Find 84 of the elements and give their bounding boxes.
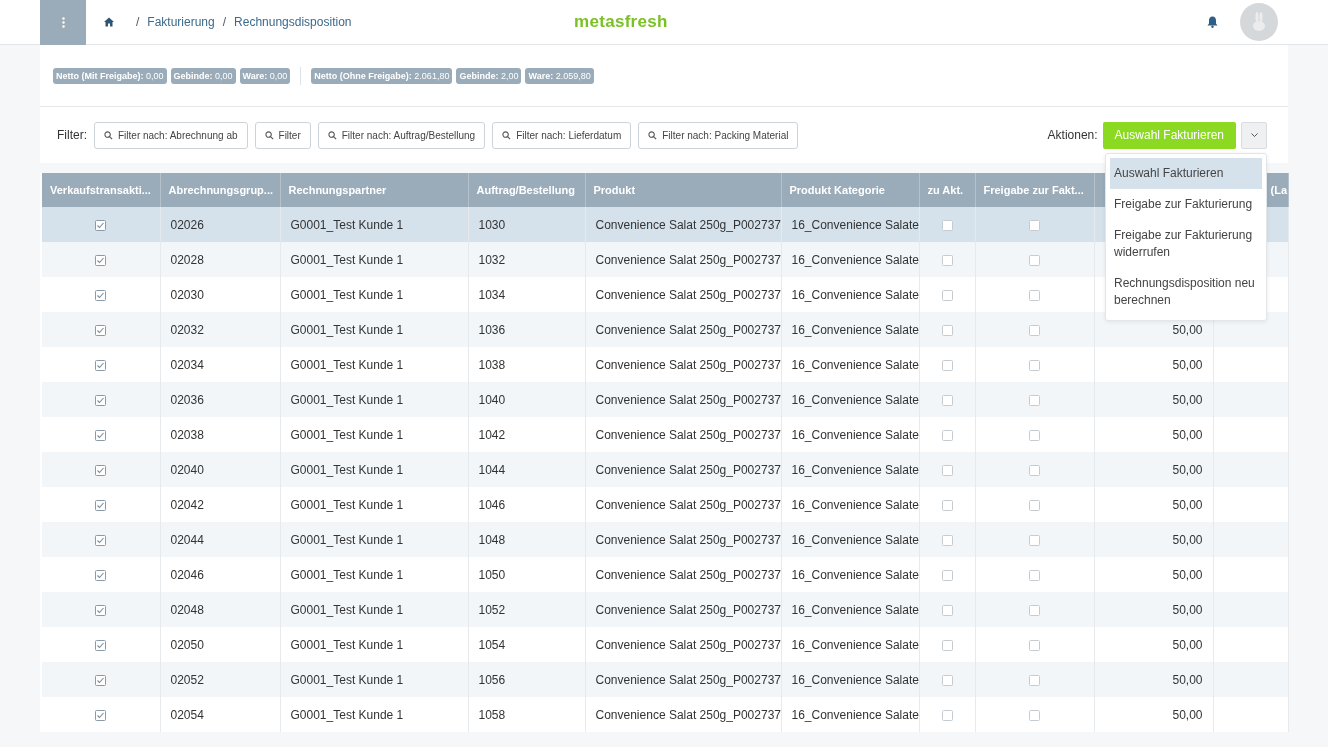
checkbox-icon[interactable] [1029, 534, 1040, 546]
checkbox-icon[interactable] [941, 289, 953, 301]
checkbox-icon[interactable] [1029, 709, 1040, 721]
logo: metasfresh [574, 12, 668, 32]
menu-icon [61, 16, 65, 28]
checkbox-icon[interactable] [941, 569, 953, 581]
summary-badge: Ware: 0,00 [239, 67, 291, 84]
search-icon [502, 130, 512, 140]
search-icon [104, 130, 113, 140]
menu-item[interactable]: Freigabe zur Fakturierung widerrufen [1110, 219, 1262, 268]
search-icon [648, 130, 658, 140]
breadcrumb-separator: / [222, 15, 227, 29]
breadcrumb-link[interactable]: Rechnungsdisposition [234, 15, 352, 29]
checked-checkbox-icon[interactable] [95, 464, 107, 476]
menu-item[interactable]: Freigabe zur Fakturierung [1110, 188, 1262, 220]
checked-checkbox-icon[interactable] [95, 429, 107, 441]
filter-label: Filter: [57, 128, 87, 142]
summary-badge: Ware: 2.059,80 [525, 67, 594, 84]
checkbox-icon[interactable] [1029, 219, 1040, 231]
checkbox-icon[interactable] [1029, 499, 1040, 511]
checkbox-icon[interactable] [941, 254, 953, 266]
menu-item[interactable]: Auswahl Fakturieren [1110, 157, 1262, 189]
dropdown-button[interactable] [1241, 121, 1267, 149]
search-icon [327, 130, 337, 140]
table-cell: Convenience Salat 250g_P002737 [585, 697, 781, 732]
filter-button[interactable]: Filter nach: Abrechnung ab [94, 121, 248, 149]
checkbox-icon[interactable] [1029, 464, 1040, 476]
checkbox-icon[interactable] [1029, 569, 1040, 581]
checkbox-icon[interactable] [1029, 289, 1040, 301]
checked-checkbox-icon[interactable] [95, 499, 107, 511]
checkbox-icon[interactable] [941, 639, 953, 651]
home-icon[interactable] [104, 17, 114, 27]
checkbox-icon[interactable] [1029, 254, 1040, 266]
checked-checkbox-icon[interactable] [95, 324, 107, 336]
checkbox-icon[interactable] [1029, 324, 1040, 336]
actions-label: Aktionen: [1047, 128, 1098, 142]
checked-checkbox-icon[interactable] [95, 534, 107, 546]
breadcrumb-link[interactable]: Fakturierung [147, 15, 215, 29]
filter-button[interactable]: Filter nach: Packing Material [638, 121, 799, 149]
checkbox-icon[interactable] [1029, 359, 1040, 371]
checkbox-icon[interactable] [1029, 429, 1040, 441]
summary-badge: Gebinde: 0,00 [170, 67, 236, 84]
search-icon [264, 130, 274, 140]
checkbox-icon[interactable] [941, 499, 953, 511]
table-cell[interactable]: 02054 [160, 697, 280, 732]
checked-checkbox-icon[interactable] [95, 359, 107, 371]
filter-button[interactable]: Filter nach: Auftrag/Bestellung [317, 121, 486, 149]
summary-badge: Netto (Ohne Freigabe): 2.061,80 [311, 67, 453, 84]
checkbox-icon[interactable] [1029, 604, 1040, 616]
checkbox-icon[interactable] [1029, 674, 1040, 686]
filter-button[interactable]: Filter [254, 121, 311, 149]
checkbox-icon[interactable] [941, 534, 953, 546]
checked-checkbox-icon[interactable] [95, 604, 107, 616]
checked-checkbox-icon[interactable] [95, 289, 107, 301]
table-cell: G0001_Test Kunde 1 [280, 697, 468, 732]
checked-checkbox-icon[interactable] [95, 639, 107, 651]
checkbox-icon[interactable] [941, 219, 953, 231]
summary-badge: Netto (Mit Freigabe): 0,00 [53, 67, 167, 84]
checkbox-icon[interactable] [1029, 639, 1040, 651]
menu-button[interactable] [40, 0, 86, 45]
checkbox-icon[interactable] [941, 709, 953, 721]
checkbox-icon[interactable] [941, 394, 953, 406]
table-cell: 16_Convenience Salate [781, 697, 919, 732]
checked-checkbox-icon[interactable] [95, 569, 107, 581]
checked-checkbox-icon[interactable] [95, 219, 107, 231]
table-cell: 1058 [468, 697, 585, 732]
checked-checkbox-icon[interactable] [95, 674, 107, 686]
checkbox-icon[interactable] [1029, 394, 1040, 406]
checked-checkbox-icon[interactable] [95, 709, 107, 721]
checkbox-icon[interactable] [941, 429, 953, 441]
checkbox-icon[interactable] [941, 674, 953, 686]
breadcrumb-separator: / [136, 15, 140, 29]
caret-icon [1250, 133, 1258, 137]
table-cell: 50,00 [1094, 697, 1213, 732]
checked-checkbox-icon[interactable] [95, 254, 107, 266]
checkbox-icon[interactable] [941, 324, 953, 336]
avatar[interactable] [1240, 3, 1278, 41]
summary-badge: Gebinde: 2,00 [456, 67, 522, 84]
filter-button[interactable]: Filter nach: Lieferdatum [492, 121, 632, 149]
bell-icon[interactable] [1207, 16, 1218, 28]
checkbox-icon[interactable] [941, 464, 953, 476]
checked-checkbox-icon[interactable] [95, 394, 107, 406]
checkbox-icon[interactable] [941, 604, 953, 616]
checkbox-icon[interactable] [941, 359, 953, 371]
